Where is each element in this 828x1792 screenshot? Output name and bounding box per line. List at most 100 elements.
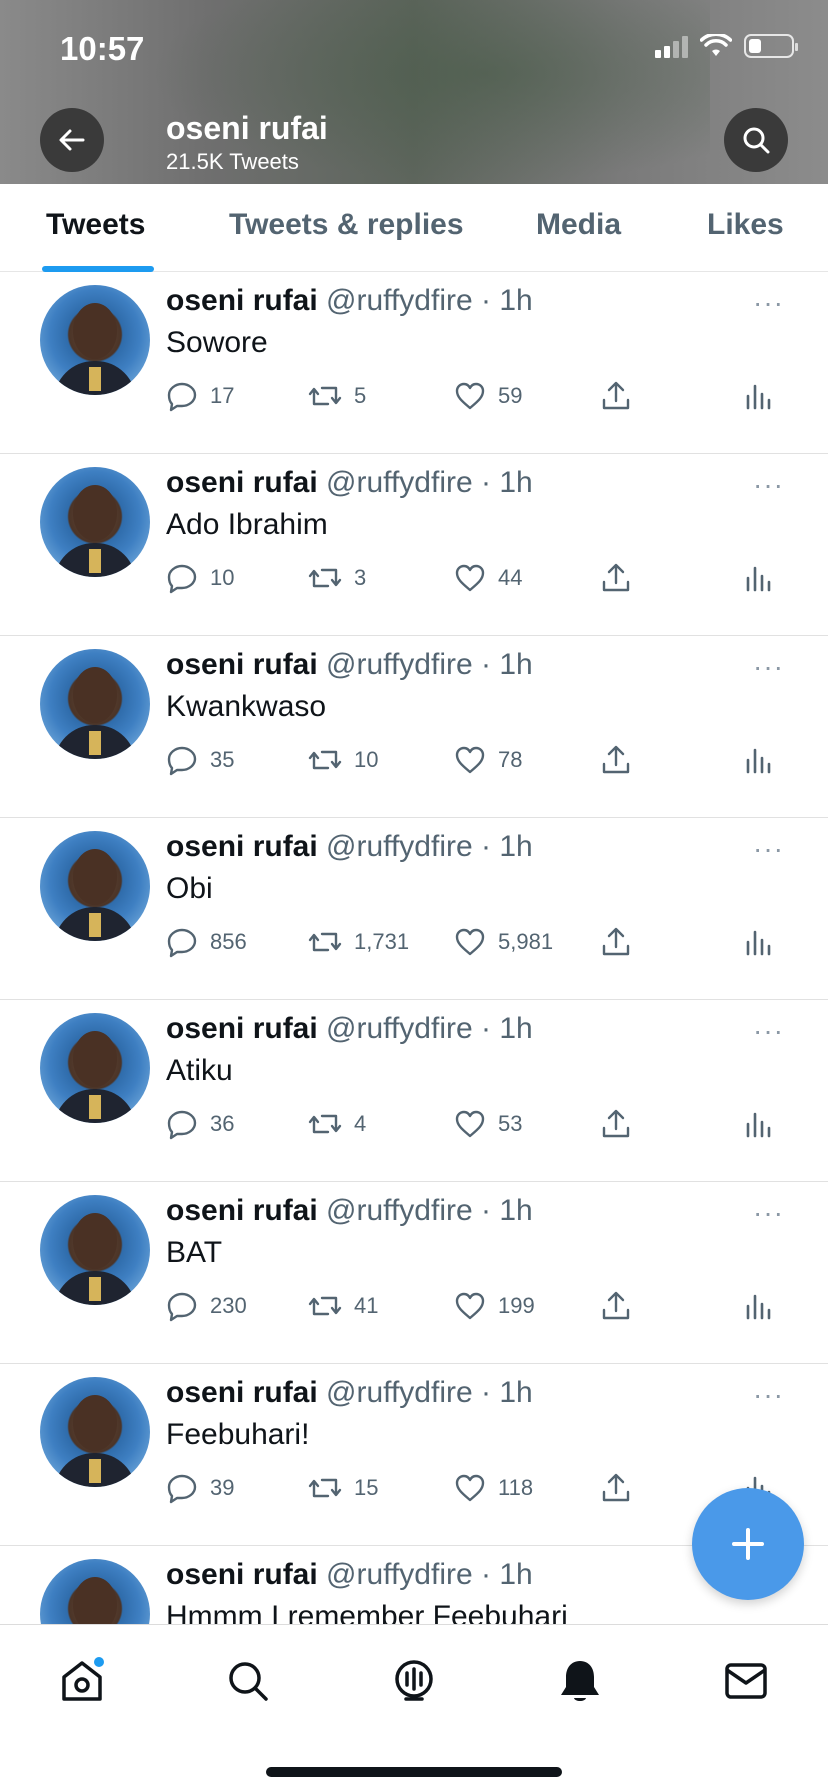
analytics-button[interactable] — [744, 744, 774, 776]
share-button[interactable] — [600, 1472, 632, 1504]
nav-home[interactable] — [54, 1653, 110, 1709]
reply-button[interactable]: 230 — [166, 1290, 247, 1322]
more-options-icon[interactable]: ··· — [753, 1381, 784, 1409]
reply-button[interactable]: 856 — [166, 926, 247, 958]
tweet-author-handle: @ruffydfire — [326, 1376, 473, 1409]
tweet-author-handle: @ruffydfire — [326, 648, 473, 681]
more-options-icon[interactable]: ··· — [753, 289, 784, 317]
retweet-button[interactable]: 5 — [308, 380, 366, 412]
avatar[interactable] — [40, 1377, 150, 1487]
analytics-button[interactable] — [744, 1290, 774, 1322]
more-options-icon[interactable]: ··· — [753, 835, 784, 863]
tweet-author-name[interactable]: oseni rufai — [166, 1558, 318, 1591]
analytics-button[interactable] — [744, 1108, 774, 1140]
battery-icon — [744, 34, 798, 58]
share-button[interactable] — [600, 380, 632, 412]
tweet-author-name[interactable]: oseni rufai — [166, 466, 318, 499]
reply-button[interactable]: 35 — [166, 744, 234, 776]
retweet-icon — [308, 386, 342, 406]
like-button[interactable]: 199 — [454, 1290, 535, 1322]
reply-icon — [167, 1110, 197, 1140]
analytics-button[interactable] — [744, 926, 774, 958]
more-options-icon[interactable]: ··· — [753, 1017, 784, 1045]
reply-button[interactable]: 17 — [166, 380, 234, 412]
tweet-author-name[interactable]: oseni rufai — [166, 1194, 318, 1227]
like-button[interactable]: 59 — [454, 380, 522, 412]
avatar[interactable] — [40, 467, 150, 577]
share-button[interactable] — [600, 562, 632, 594]
reply-button[interactable]: 39 — [166, 1472, 234, 1504]
heart-icon — [455, 1292, 485, 1320]
avatar[interactable] — [40, 831, 150, 941]
avatar[interactable] — [40, 649, 150, 759]
back-button[interactable] — [40, 108, 104, 172]
tab-tweets-and-replies[interactable]: Tweets & replies — [229, 208, 464, 242]
more-options-icon[interactable]: ··· — [753, 1199, 784, 1227]
share-button[interactable] — [600, 926, 632, 958]
nav-messages[interactable] — [718, 1653, 774, 1709]
tweet[interactable]: oseni rufai @ruffydfire · 1h ··· Atiku 3… — [0, 1000, 828, 1182]
tweet[interactable]: oseni rufai @ruffydfire · 1h ··· Sowore … — [0, 272, 828, 454]
share-button[interactable] — [600, 1290, 632, 1322]
search-button[interactable] — [724, 108, 788, 172]
tweet-author-name[interactable]: oseni rufai — [166, 648, 318, 681]
tweet-author-name[interactable]: oseni rufai — [166, 284, 318, 317]
tweet-text: Obi — [166, 872, 213, 905]
avatar[interactable] — [40, 285, 150, 395]
tweet-author-name[interactable]: oseni rufai — [166, 1376, 318, 1409]
more-options-icon[interactable]: ··· — [753, 471, 784, 499]
analytics-icon — [746, 930, 771, 956]
retweet-icon — [308, 750, 342, 770]
tweet-text: Hmmm I remember Feebuhari — [166, 1600, 568, 1624]
tab-likes[interactable]: Likes — [707, 208, 784, 242]
nav-spaces[interactable] — [386, 1653, 442, 1709]
retweet-count: 1,731 — [354, 929, 410, 954]
avatar[interactable] — [40, 1013, 150, 1123]
retweet-button[interactable]: 3 — [308, 562, 366, 594]
reply-button[interactable]: 36 — [166, 1108, 234, 1140]
nav-notifications[interactable] — [552, 1653, 608, 1709]
like-button[interactable]: 53 — [454, 1108, 522, 1140]
more-options-icon[interactable]: ··· — [753, 653, 784, 681]
retweet-button[interactable]: 10 — [308, 744, 378, 776]
tab-media[interactable]: Media — [536, 208, 621, 242]
spaces-icon — [395, 1660, 433, 1701]
tweet[interactable]: oseni rufai @ruffydfire · 1h ··· Obi 856… — [0, 818, 828, 1000]
nav-search[interactable] — [220, 1653, 276, 1709]
tweet-author-name[interactable]: oseni rufai — [166, 830, 318, 863]
like-count: 78 — [498, 747, 523, 772]
heart-icon — [455, 928, 485, 956]
tweet[interactable]: oseni rufai @ruffydfire · 1h ··· BAT 230… — [0, 1182, 828, 1364]
reply-button[interactable]: 10 — [166, 562, 234, 594]
compose-tweet-button[interactable] — [692, 1488, 804, 1600]
like-button[interactable]: 5,981 — [454, 926, 553, 958]
tab-tweets[interactable]: Tweets — [46, 208, 145, 242]
tweet-author-handle: @ruffydfire — [326, 1012, 473, 1045]
share-button[interactable] — [600, 1108, 632, 1140]
analytics-icon — [746, 384, 771, 410]
home-indicator — [266, 1767, 562, 1777]
heart-icon — [455, 1110, 485, 1138]
like-button[interactable]: 44 — [454, 562, 522, 594]
like-count: 5,981 — [498, 929, 554, 954]
tweet[interactable]: oseni rufai @ruffydfire · 1h ··· Kwankwa… — [0, 636, 828, 818]
tweet-author-name[interactable]: oseni rufai — [166, 1012, 318, 1045]
retweet-button[interactable]: 1,731 — [308, 926, 409, 958]
analytics-button[interactable] — [744, 562, 774, 594]
reply-icon — [167, 1292, 197, 1322]
retweet-button[interactable]: 4 — [308, 1108, 366, 1140]
avatar[interactable] — [40, 1195, 150, 1305]
analytics-button[interactable] — [744, 380, 774, 412]
share-button[interactable] — [600, 744, 632, 776]
avatar[interactable] — [40, 1559, 150, 1624]
reply-icon — [167, 382, 197, 412]
tweet[interactable]: oseni rufai @ruffydfire · 1h ··· Ado Ibr… — [0, 454, 828, 636]
retweet-button[interactable]: 41 — [308, 1290, 378, 1322]
analytics-icon — [746, 748, 771, 774]
retweet-button[interactable]: 15 — [308, 1472, 378, 1504]
tweet-actions: 856 1,731 5,981 — [166, 926, 786, 966]
heart-icon — [455, 1474, 485, 1502]
like-button[interactable]: 118 — [454, 1472, 533, 1504]
cellular-signal-icon — [655, 34, 688, 58]
like-button[interactable]: 78 — [454, 744, 522, 776]
